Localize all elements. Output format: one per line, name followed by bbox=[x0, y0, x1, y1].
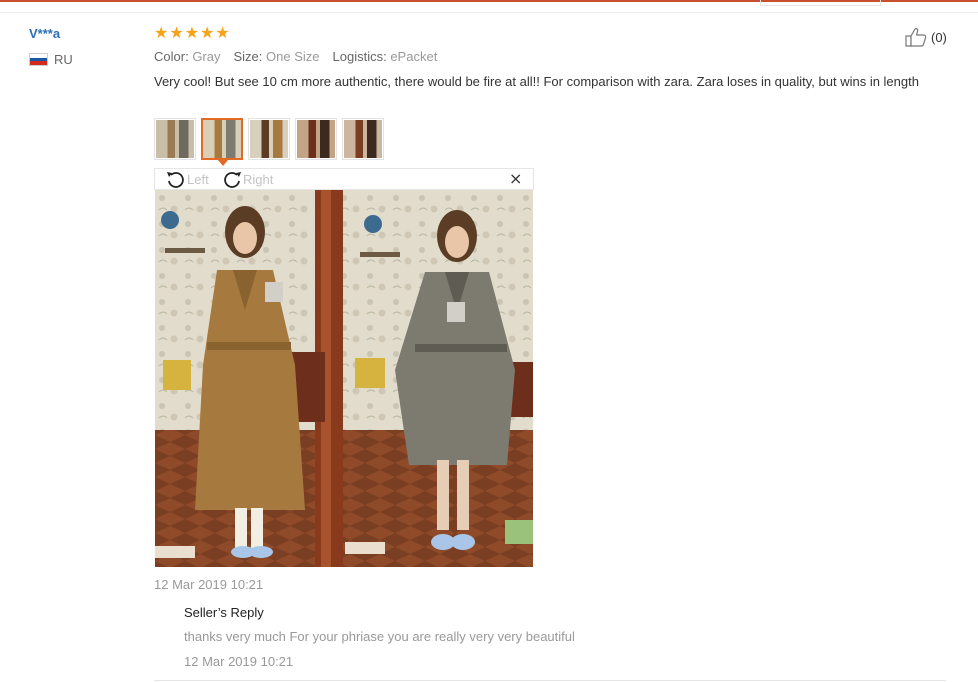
thumbnail-image bbox=[203, 120, 241, 158]
thumbs-up-icon bbox=[905, 28, 927, 47]
active-caret-icon bbox=[218, 160, 228, 166]
rotate-right-button[interactable]: Right bbox=[221, 169, 273, 189]
review-date: 12 Mar 2019 10:21 bbox=[154, 577, 264, 592]
review-photo-enlarged[interactable] bbox=[155, 190, 533, 567]
rotate-right-label: Right bbox=[243, 171, 274, 187]
thumbnail-image bbox=[250, 120, 288, 158]
thumbnail-image bbox=[297, 120, 335, 158]
star-icon: ★ bbox=[184, 23, 200, 42]
country-code: RU bbox=[54, 52, 73, 67]
top-tab-stub bbox=[760, 0, 881, 6]
helpful-count: (0) bbox=[931, 29, 947, 45]
thumbnail-image bbox=[344, 120, 382, 158]
star-icon: ★ bbox=[200, 23, 215, 42]
rotate-left-button[interactable]: Left bbox=[165, 169, 209, 189]
close-icon[interactable]: × bbox=[509, 171, 522, 187]
photo-thumbnail[interactable] bbox=[201, 118, 243, 166]
rotate-right-icon bbox=[224, 172, 241, 188]
photo-thumbnail[interactable] bbox=[342, 118, 384, 160]
russia-flag-icon bbox=[29, 53, 48, 66]
helpful-button[interactable]: (0) bbox=[905, 27, 947, 47]
rotate-left-label: Left bbox=[187, 171, 209, 187]
attr-color: Color: Gray bbox=[154, 49, 221, 64]
seller-reply-text: thanks very much For your phriase you ar… bbox=[184, 629, 575, 644]
divider bbox=[154, 680, 946, 681]
attr-logistics: Logistics: ePacket bbox=[332, 49, 438, 64]
thumbnail-image bbox=[156, 120, 194, 158]
seller-reply-date: 12 Mar 2019 10:21 bbox=[184, 654, 294, 669]
rotate-left-icon bbox=[167, 172, 184, 188]
attr-size: Size: One Size bbox=[233, 49, 320, 64]
divider bbox=[0, 12, 978, 13]
star-icon: ★ bbox=[215, 23, 230, 42]
product-attributes: Color: Gray Size: One Size Logistics: eP… bbox=[154, 49, 437, 64]
photo-thumbnail[interactable] bbox=[295, 118, 337, 160]
photo-thumbnails bbox=[154, 118, 384, 166]
review-text: Very cool! But see 10 cm more authentic,… bbox=[154, 74, 919, 89]
star-rating: ★ ★ ★ ★ ★ bbox=[154, 25, 230, 41]
buyer-country: RU bbox=[29, 52, 73, 67]
image-viewer-toolbar: Left Right × bbox=[154, 168, 534, 190]
buyer-name[interactable]: V***a bbox=[29, 26, 60, 41]
seller-reply-title: Seller’s Reply bbox=[184, 605, 264, 620]
star-icon: ★ bbox=[169, 23, 184, 42]
star-icon: ★ bbox=[154, 23, 169, 42]
photo-thumbnail[interactable] bbox=[248, 118, 290, 160]
photo-thumbnail[interactable] bbox=[154, 118, 196, 160]
